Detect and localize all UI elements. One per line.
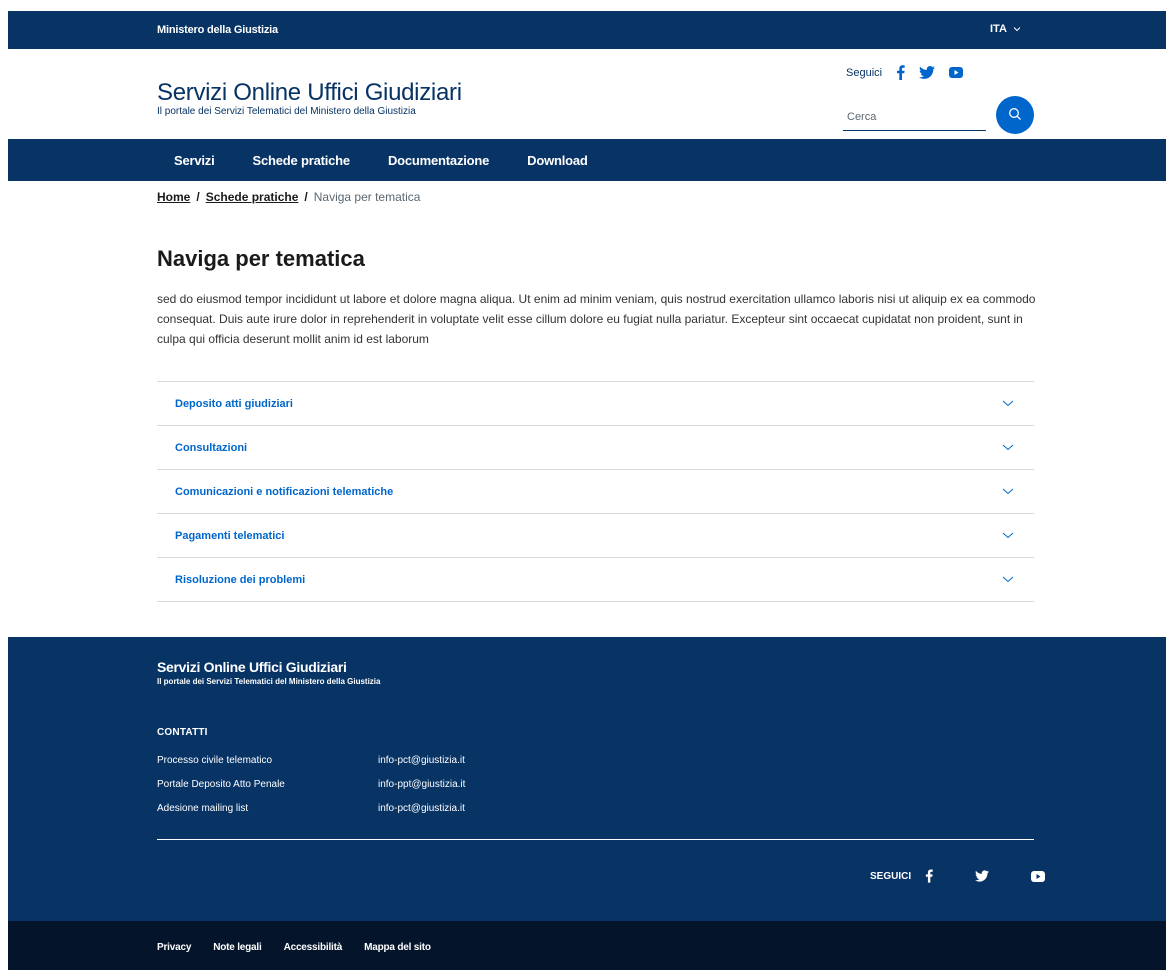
nav-item-schede-pratiche[interactable]: Schede pratiche xyxy=(253,153,351,168)
chevron-down-icon xyxy=(1002,400,1014,407)
breadcrumb-separator: / xyxy=(196,190,200,204)
contact-name: Adesione mailing list xyxy=(157,803,249,814)
nav-item-download[interactable]: Download xyxy=(527,153,588,168)
accordion-item-label: Pagamenti telematici xyxy=(175,529,285,542)
bottom-links-bar: Privacy Note legali Accessibilità Mappa … xyxy=(8,921,1166,970)
contact-email-link[interactable]: info-pct@giustizia.it xyxy=(378,803,465,814)
accordion-item-pagamenti[interactable]: Pagamenti telematici xyxy=(157,514,1034,558)
site-footer: Servizi Online Uffici Giudiziari Il port… xyxy=(8,637,1166,921)
header-social: Seguici xyxy=(846,65,964,80)
accordion-item-label: Deposito atti giudiziari xyxy=(175,397,293,410)
breadcrumb-schede-pratiche[interactable]: Schede pratiche xyxy=(206,190,299,204)
footer-link-privacy[interactable]: Privacy xyxy=(157,942,191,953)
chevron-down-icon xyxy=(1002,488,1014,495)
follow-label: Seguici xyxy=(846,66,883,79)
facebook-icon[interactable] xyxy=(896,65,905,80)
search-icon xyxy=(1008,107,1022,124)
footer-link-accessibilita[interactable]: Accessibilità xyxy=(284,942,343,953)
language-selector[interactable]: ITA xyxy=(990,23,1021,35)
footer-link-note-legali[interactable]: Note legali xyxy=(213,942,262,953)
site-title[interactable]: Servizi Online Uffici Giudiziari xyxy=(157,79,462,107)
contact-row: Processo civile telematico info-pct@gius… xyxy=(157,755,465,779)
footer-divider xyxy=(157,839,1034,840)
topic-accordion: Deposito atti giudiziari Consultazioni C… xyxy=(157,381,1034,602)
accordion-item-comunicazioni[interactable]: Comunicazioni e notificazioni telematich… xyxy=(157,470,1034,514)
top-bar: Ministero della Giustizia ITA xyxy=(8,11,1166,49)
youtube-icon[interactable] xyxy=(949,67,964,78)
nav-item-servizi[interactable]: Servizi xyxy=(174,153,215,168)
contact-name: Processo civile telematico xyxy=(157,755,273,766)
footer-contacts-heading: CONTATTI xyxy=(157,727,208,738)
page-intro: sed do eiusmod tempor incididunt ut labo… xyxy=(157,292,1036,346)
main-navigation: Servizi Schede pratiche Documentazione D… xyxy=(8,139,1166,181)
contact-name: Portale Deposito Atto Penale xyxy=(157,779,285,790)
footer-social: SEGUICI xyxy=(870,869,1046,883)
chevron-down-icon xyxy=(1002,532,1014,539)
page-title: Naviga per tematica xyxy=(157,246,365,271)
breadcrumb-current: Naviga per tematica xyxy=(313,190,421,204)
accordion-item-consultazioni[interactable]: Consultazioni xyxy=(157,426,1034,470)
youtube-icon[interactable] xyxy=(1031,870,1046,882)
twitter-icon[interactable] xyxy=(919,66,936,79)
breadcrumb-home[interactable]: Home xyxy=(157,190,190,204)
chevron-down-icon xyxy=(1013,26,1021,32)
footer-subtitle: Il portale dei Servizi Telematici del Mi… xyxy=(157,677,381,686)
footer-follow-label: SEGUICI xyxy=(870,870,912,882)
accordion-item-label: Comunicazioni e notificazioni telematich… xyxy=(175,485,394,498)
nav-item-documentazione[interactable]: Documentazione xyxy=(388,153,489,168)
site-header: Servizi Online Uffici Giudiziari Il port… xyxy=(8,49,1166,139)
breadcrumb-separator: / xyxy=(304,190,308,204)
accordion-item-label: Risoluzione dei problemi xyxy=(175,573,306,586)
footer-title: Servizi Online Uffici Giudiziari xyxy=(157,659,347,675)
accordion-item-risoluzione[interactable]: Risoluzione dei problemi xyxy=(157,558,1034,602)
accordion-item-label: Consultazioni xyxy=(175,441,248,454)
language-label: ITA xyxy=(990,23,1007,35)
contact-email-link[interactable]: info-pct@giustizia.it xyxy=(378,755,465,766)
twitter-icon[interactable] xyxy=(975,870,990,882)
ministry-link[interactable]: Ministero della Giustizia xyxy=(157,24,278,36)
accordion-item-deposito-atti[interactable]: Deposito atti giudiziari xyxy=(157,382,1034,426)
breadcrumb: Home / Schede pratiche / Naviga per tema… xyxy=(157,190,420,204)
search-button[interactable] xyxy=(996,96,1034,134)
facebook-icon[interactable] xyxy=(925,869,933,883)
contact-row: Portale Deposito Atto Penale info-ppt@gi… xyxy=(157,779,465,803)
contact-email-link[interactable]: info-ppt@giustizia.it xyxy=(378,779,465,790)
chevron-down-icon xyxy=(1002,444,1014,451)
search-input[interactable] xyxy=(843,103,986,131)
contact-row: Adesione mailing list info-pct@giustizia… xyxy=(157,803,465,827)
site-subtitle: Il portale dei Servizi Telematici del Mi… xyxy=(157,106,416,117)
chevron-down-icon xyxy=(1002,576,1014,583)
footer-contacts-list: Processo civile telematico info-pct@gius… xyxy=(157,755,465,827)
footer-link-mappa-sito[interactable]: Mappa del sito xyxy=(364,942,431,953)
